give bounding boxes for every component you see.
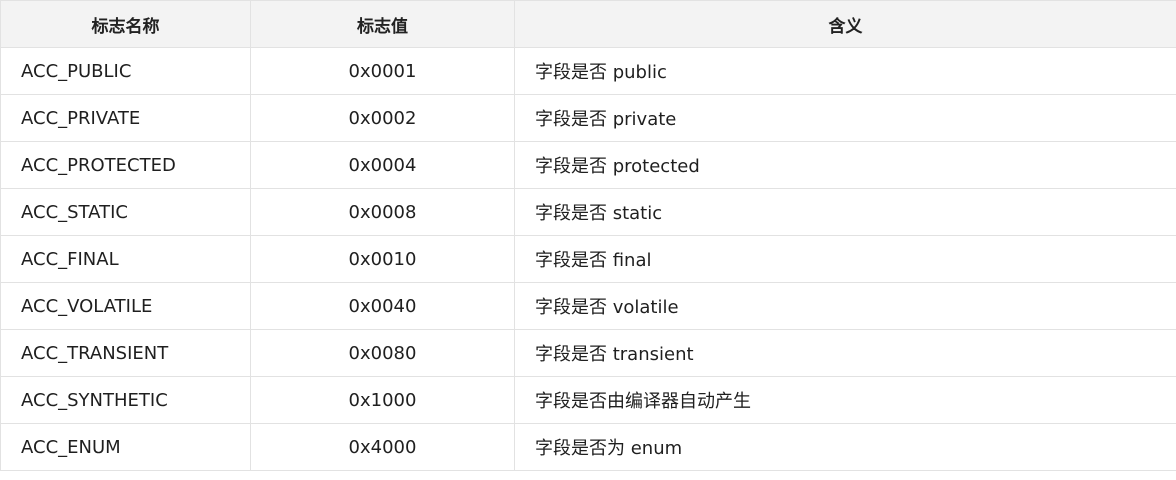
table-row: ACC_TRANSIENT 0x0080 字段是否 transient [0, 329, 1176, 377]
table-header: 标志名称 标志值 含义 [0, 0, 1176, 48]
access-flags-table: 标志名称 标志值 含义 ACC_PUBLIC 0x0001 字段是否 publi… [0, 0, 1176, 471]
meaning-cell: 字段是否 public [514, 47, 1176, 95]
flag-name-cell: ACC_FINAL [0, 235, 251, 283]
flag-value-cell: 0x4000 [250, 423, 515, 471]
meaning-cell: 字段是否 volatile [514, 282, 1176, 330]
meaning-cell: 字段是否 final [514, 235, 1176, 283]
meaning-cell: 字段是否为 enum [514, 423, 1176, 471]
header-row: 标志名称 标志值 含义 [0, 0, 1176, 48]
flag-value-cell: 0x0008 [250, 188, 515, 236]
meaning-cell: 字段是否 transient [514, 329, 1176, 377]
meaning-cell: 字段是否由编译器自动产生 [514, 376, 1176, 424]
flag-value-cell: 0x0001 [250, 47, 515, 95]
table-body: ACC_PUBLIC 0x0001 字段是否 public ACC_PRIVAT… [0, 47, 1176, 471]
meaning-cell: 字段是否 private [514, 94, 1176, 142]
meaning-cell: 字段是否 protected [514, 141, 1176, 189]
flag-value-cell: 0x0004 [250, 141, 515, 189]
table-row: ACC_PRIVATE 0x0002 字段是否 private [0, 94, 1176, 142]
flag-name-cell: ACC_STATIC [0, 188, 251, 236]
flag-name-cell: ACC_PROTECTED [0, 141, 251, 189]
flag-name-cell: ACC_ENUM [0, 423, 251, 471]
table-row: ACC_FINAL 0x0010 字段是否 final [0, 235, 1176, 283]
flag-name-cell: ACC_TRANSIENT [0, 329, 251, 377]
flag-value-cell: 0x0080 [250, 329, 515, 377]
flag-name-cell: ACC_VOLATILE [0, 282, 251, 330]
flag-name-cell: ACC_PUBLIC [0, 47, 251, 95]
table-row: ACC_PUBLIC 0x0001 字段是否 public [0, 47, 1176, 95]
table-row: ACC_PROTECTED 0x0004 字段是否 protected [0, 141, 1176, 189]
header-flag-name: 标志名称 [0, 0, 251, 48]
flag-value-cell: 0x1000 [250, 376, 515, 424]
flag-value-cell: 0x0002 [250, 94, 515, 142]
flag-value-cell: 0x0040 [250, 282, 515, 330]
meaning-cell: 字段是否 static [514, 188, 1176, 236]
flag-value-cell: 0x0010 [250, 235, 515, 283]
table-row: ACC_SYNTHETIC 0x1000 字段是否由编译器自动产生 [0, 376, 1176, 424]
header-flag-value: 标志值 [250, 0, 515, 48]
table-row: ACC_STATIC 0x0008 字段是否 static [0, 188, 1176, 236]
table-row: ACC_ENUM 0x4000 字段是否为 enum [0, 423, 1176, 471]
table-row: ACC_VOLATILE 0x0040 字段是否 volatile [0, 282, 1176, 330]
header-meaning: 含义 [514, 0, 1176, 48]
flag-name-cell: ACC_PRIVATE [0, 94, 251, 142]
flag-name-cell: ACC_SYNTHETIC [0, 376, 251, 424]
